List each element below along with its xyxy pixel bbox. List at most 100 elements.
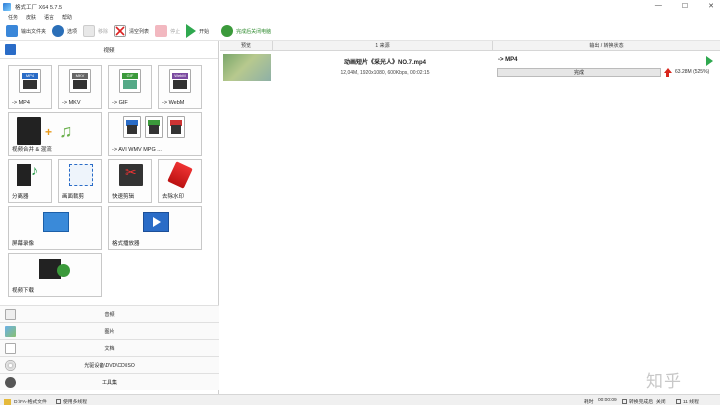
elapsed-label: 耗时 [584,400,594,405]
tile-label: -> MP4 [12,100,30,106]
table-row[interactable]: 动画短片《采光人》NO.7.mp4 12,04M, 1920x1080, 600… [220,52,720,82]
window-title: 格式工厂 X64 5.7.5 [15,4,63,11]
remove-label: 移除 [98,28,109,35]
checkbox[interactable] [622,399,627,404]
task-list: 预览 1 来源 输出 / 转换状态 动画短片《采光人》NO.7.mp4 12,0… [220,41,720,394]
shutdown-label: 完成后关闭电脑 [236,28,272,35]
music-note-icon: ♪ [31,162,38,178]
audio-icon [5,309,16,320]
start-button[interactable]: 开始 [186,23,209,39]
plus-icon: + [45,125,53,139]
status-progress: 完成 [497,68,661,77]
watermark: 知乎 [646,372,682,392]
options-button[interactable]: 选项 [52,23,77,39]
category-tools[interactable]: 工具集 [0,373,219,390]
eraser-icon [167,161,193,189]
category-document[interactable]: 文档 [0,339,219,356]
tile-splitter[interactable]: ♪ 分离器 [8,159,52,203]
tile-remove-watermark[interactable]: 去除水印 [158,159,202,203]
multithread-toggle[interactable]: 使用多线程 [56,398,87,405]
tile-to-mp4[interactable]: MP4 -> MP4 [8,65,52,109]
webm-band: WebM [172,73,188,79]
menu-language[interactable]: 语言 [44,14,54,21]
thread-count-label: 11 线程 [683,400,699,405]
output-folder-label: 输出文件夹 [21,28,47,35]
category-label: 图片 [104,328,115,335]
tile-video-merge[interactable]: + ♫ 视频合并 & 混流 [8,112,102,156]
output-path[interactable]: D:\FA-格式文件 [4,398,47,405]
tile-quick-clip[interactable]: ✂ 快速剪辑 [108,159,152,203]
minimize-button[interactable]: — [655,2,662,10]
checkbox[interactable] [676,399,681,404]
file-meta: 12,04M, 1920x1080, 600Kbps, 00:02:15 [340,70,430,76]
tile-to-gif[interactable]: GIF -> GIF [108,65,152,109]
tile-label: -> GIF [112,100,128,106]
clear-list-button[interactable]: 清空列表 [114,23,149,39]
output-format: -> MP4 [498,57,518,63]
document-icon [5,343,16,354]
tile-label: 格式播放器 [112,241,140,247]
tile-format-player[interactable]: 格式播放器 [108,206,202,250]
shutdown-after-toggle[interactable]: 转换完成后 [622,398,653,405]
mkv-file-icon: MKV [69,69,91,93]
tile-label: 分离器 [12,194,29,200]
image-icon [5,326,16,337]
close-button[interactable]: ✕ [708,2,714,10]
category-image[interactable]: 图片 [0,322,219,339]
category-disc[interactable]: 光驱设备\DVD\CD\ISO [0,356,219,373]
app-icon [3,2,11,11]
output-path-text: D:\FA-格式文件 [14,400,47,405]
power-icon [221,25,234,37]
tile-label: 视频下载 [12,288,35,294]
shutdown-action[interactable]: 关闭 [656,398,666,405]
tile-label: 视频合并 & 混流 [12,147,52,153]
result-size: 63.28M (525%) [675,69,710,75]
col-output[interactable]: 输出 / 转换状态 [493,41,720,50]
crop-icon [69,164,93,186]
shutdown-option[interactable]: 完成后关闭电脑 [221,23,271,39]
stop-button[interactable]: 停止 [155,23,180,39]
menu-help[interactable]: 帮助 [62,14,72,21]
folder-icon [6,25,18,37]
mkv-band: MKV [72,73,88,79]
options-label: 选项 [67,28,78,35]
menu-skin[interactable]: 皮肤 [26,14,36,21]
file-name: 动画短片《采光人》NO.7.mp4 [343,60,426,66]
mp4-file-icon: MP4 [19,69,41,93]
maximize-button[interactable]: ☐ [682,2,688,10]
tile-to-webm[interactable]: WebM -> WebM [158,65,202,109]
tile-video-download[interactable]: 视频下载 [8,253,102,297]
size-increase-icon-stem [666,73,669,77]
tile-to-mkv[interactable]: MKV -> MKV [58,65,102,109]
monitor-icon [43,212,69,232]
col-preview[interactable]: 预览 [220,41,273,50]
remove-button[interactable]: 移除 [83,23,108,39]
download-icon [57,264,70,277]
play-icon[interactable] [706,56,713,66]
toolbar: 输出文件夹 选项 移除 清空列表 停止 开始 完成后关闭电脑 [0,22,720,41]
tile-crop[interactable]: 画面裁剪 [58,159,102,203]
start-label: 开始 [199,28,210,35]
tile-screen-record[interactable]: 屏幕录像 [8,206,102,250]
clear-list-label: 清空列表 [129,28,150,35]
thread-count[interactable]: 11 线程 [676,398,699,405]
video-category-label: 视频 [103,47,115,54]
col-source[interactable]: 1 来源 [273,41,493,50]
folder-icon [4,398,11,405]
menu-bar: 任务 皮肤 语言 帮助 [0,13,720,22]
tile-to-avi-wmv-mpg[interactable]: -> AVI WMV MPG ... [108,112,202,156]
video-category-header[interactable]: 视频 [0,41,218,59]
table-header: 预览 1 来源 输出 / 转换状态 [220,41,720,51]
multithread-label: 使用多线程 [63,400,87,405]
play-icon [153,217,161,227]
menu-task[interactable]: 任务 [8,14,18,21]
avi-file-icon [123,116,141,138]
checkbox[interactable] [56,399,61,404]
tile-label: 去除水印 [162,194,185,200]
category-audio[interactable]: 音频 [0,305,219,322]
tile-label: -> MKV [62,100,81,106]
film-icon [17,164,31,186]
category-label: 光驱设备\DVD\CD\ISO [84,362,135,369]
output-folder-button[interactable]: 输出文件夹 [6,23,46,39]
window-controls: — ☐ ✕ [655,2,714,10]
